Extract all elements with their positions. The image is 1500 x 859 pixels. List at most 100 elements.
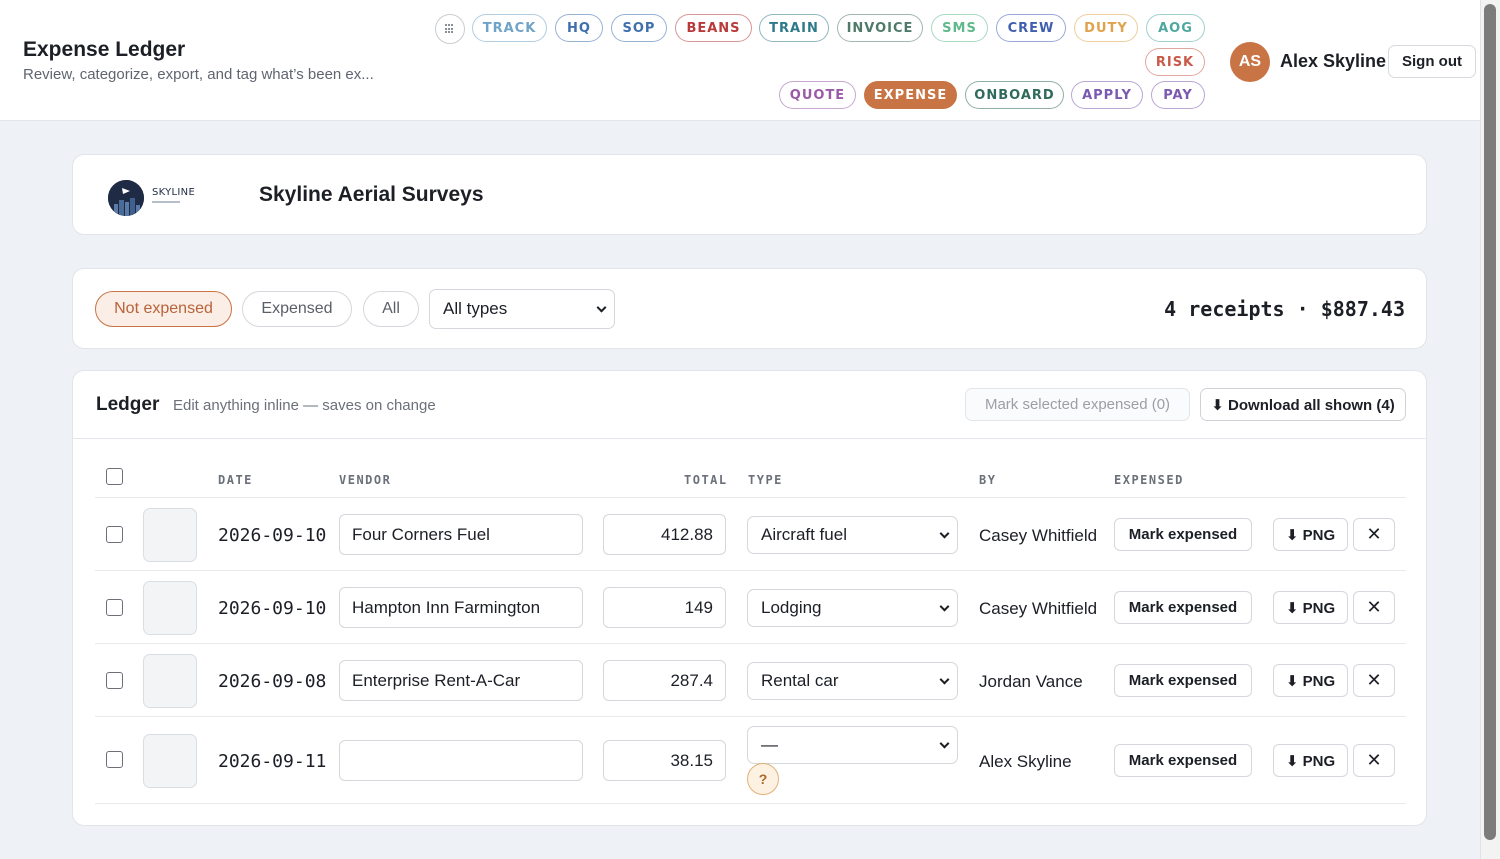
nav-tab-duty[interactable]: DUTY	[1074, 14, 1138, 42]
chevron-down-icon	[939, 738, 950, 749]
ledger-title: Ledger	[96, 394, 160, 415]
type-value: Lodging	[761, 598, 822, 617]
nav-tab-track[interactable]: TRACK	[472, 14, 547, 42]
company-card: SKYLINE Skyline Aerial Surveys	[72, 154, 1427, 235]
vendor-input[interactable]: Enterprise Rent-A-Car	[339, 660, 583, 701]
table-row: 2026-09-11 38.15 — ? Alex Skyline Mark e…	[95, 716, 1406, 804]
nav-tab-invoice[interactable]: INVOICE	[837, 14, 923, 42]
company-name: Skyline Aerial Surveys	[259, 183, 484, 206]
select-all-checkbox[interactable]	[106, 468, 123, 485]
row-checkbox[interactable]	[106, 526, 123, 543]
total-input[interactable]: 287.4	[603, 660, 726, 701]
ledger-hint: Edit anything inline — saves on change	[173, 397, 436, 414]
column-header-vendor: VENDOR	[339, 473, 392, 487]
total-input[interactable]: 149	[603, 587, 726, 628]
chevron-down-icon	[939, 528, 950, 539]
row-date: 2026-09-10	[218, 525, 327, 546]
type-select[interactable]: —	[747, 726, 958, 764]
receipts-summary: 4 receipts · $887.43	[1164, 297, 1405, 321]
type-value: Rental car	[761, 671, 839, 690]
type-filter-value: All types	[443, 299, 508, 318]
row-date: 2026-09-08	[218, 671, 327, 692]
uncategorized-flag-icon[interactable]: ?	[747, 763, 779, 795]
avatar[interactable]: AS	[1230, 42, 1270, 82]
nav-tab-train[interactable]: TRAIN	[759, 14, 829, 42]
delete-row-button[interactable]: ✕	[1353, 744, 1395, 777]
table-row: 2026-09-08 Enterprise Rent-A-Car 287.4 R…	[95, 643, 1406, 716]
row-by: Casey Whitfield	[979, 526, 1098, 545]
type-filter-select[interactable]: All types	[429, 289, 615, 329]
nav-tab-crew[interactable]: CREW	[996, 14, 1066, 42]
vendor-input[interactable]: Four Corners Fuel	[339, 514, 583, 555]
delete-row-button[interactable]: ✕	[1353, 591, 1395, 624]
mark-expensed-button[interactable]: Mark expensed	[1114, 744, 1252, 777]
company-logo	[108, 180, 144, 216]
user-name: Alex Skyline	[1280, 51, 1387, 71]
ledger-header: Ledger Edit anything inline — saves on c…	[73, 371, 1426, 439]
column-header-type: TYPE	[748, 473, 783, 487]
page-subtitle: Review, categorize, export, and tag what…	[23, 66, 374, 83]
nav-tab-apply[interactable]: APPLY	[1071, 81, 1143, 109]
total-input[interactable]: 412.88	[603, 514, 726, 555]
filter-not-expensed[interactable]: Not expensed	[95, 291, 232, 327]
grid-icon[interactable]	[435, 14, 465, 44]
row-checkbox[interactable]	[106, 599, 123, 616]
page-title: Expense Ledger	[23, 38, 186, 61]
logo-tagline-mark	[152, 201, 180, 203]
download-png-button[interactable]: ⬇ PNG	[1273, 518, 1348, 551]
vendor-input[interactable]	[339, 740, 583, 781]
column-header-expensed: EXPENSED	[1114, 473, 1184, 487]
nav-tab-pay[interactable]: PAY	[1151, 81, 1205, 109]
chevron-down-icon	[939, 601, 950, 612]
ledger-card: Ledger Edit anything inline — saves on c…	[72, 370, 1427, 826]
column-header-by: BY	[979, 473, 997, 487]
type-select[interactable]: Aircraft fuel	[747, 516, 958, 554]
scrollbar-thumb[interactable]	[1484, 4, 1496, 840]
download-png-button[interactable]: ⬇ PNG	[1273, 591, 1348, 624]
vendor-input[interactable]: Hampton Inn Farmington	[339, 587, 583, 628]
receipt-thumbnail[interactable]	[143, 508, 197, 562]
nav-tab-hq[interactable]: HQ	[555, 14, 603, 42]
row-by: Alex Skyline	[979, 752, 1072, 771]
row-checkbox[interactable]	[106, 672, 123, 689]
delete-row-button[interactable]: ✕	[1353, 518, 1395, 551]
total-input[interactable]: 38.15	[603, 740, 726, 781]
row-by: Casey Whitfield	[979, 599, 1098, 618]
download-png-button[interactable]: ⬇ PNG	[1273, 744, 1348, 777]
mark-expensed-button[interactable]: Mark expensed	[1114, 591, 1252, 624]
row-date: 2026-09-10	[218, 598, 327, 619]
column-header-date: DATE	[218, 473, 253, 487]
nav-tab-sop[interactable]: SOP	[611, 14, 667, 42]
nav-tab-onboard[interactable]: ONBOARD	[965, 81, 1064, 109]
row-checkbox[interactable]	[106, 751, 123, 768]
filter-expensed[interactable]: Expensed	[242, 291, 352, 327]
table-row: 2026-09-10 Hampton Inn Farmington 149 Lo…	[95, 570, 1406, 643]
nav-tab-risk[interactable]: RISK	[1145, 48, 1205, 76]
nav-tab-sms[interactable]: SMS	[931, 14, 988, 42]
logo-wordmark: SKYLINE	[152, 187, 196, 198]
nav-tab-quote[interactable]: QUOTE	[779, 81, 856, 109]
chevron-down-icon	[939, 674, 950, 685]
delete-row-button[interactable]: ✕	[1353, 664, 1395, 697]
mark-expensed-button[interactable]: Mark expensed	[1114, 518, 1252, 551]
receipt-thumbnail[interactable]	[143, 581, 197, 635]
receipt-thumbnail[interactable]	[143, 734, 197, 788]
download-all-button[interactable]: ⬇ Download all shown (4)	[1200, 388, 1406, 421]
mark-selected-expensed-button[interactable]: Mark selected expensed (0)	[965, 388, 1190, 421]
type-value: —	[761, 735, 778, 754]
receipt-thumbnail[interactable]	[143, 654, 197, 708]
download-png-button[interactable]: ⬇ PNG	[1273, 664, 1348, 697]
app-header: Expense Ledger Review, categorize, expor…	[0, 0, 1480, 121]
filter-all[interactable]: All	[363, 291, 419, 327]
mark-expensed-button[interactable]: Mark expensed	[1114, 664, 1252, 697]
nav-tab-beans[interactable]: BEANS	[675, 14, 752, 42]
sign-out-button[interactable]: Sign out	[1388, 45, 1476, 78]
row-date: 2026-09-11	[218, 751, 327, 772]
nav-tab-expense[interactable]: EXPENSE	[864, 81, 957, 109]
scrollbar[interactable]	[1480, 0, 1500, 859]
type-select[interactable]: Lodging	[747, 589, 958, 627]
table-row: 2026-09-10 Four Corners Fuel 412.88 Airc…	[95, 497, 1406, 570]
type-select[interactable]: Rental car	[747, 662, 958, 700]
nav-tab-aog[interactable]: AOG	[1146, 14, 1205, 42]
filter-card: Not expensed Expensed All All types 4 re…	[72, 268, 1427, 349]
